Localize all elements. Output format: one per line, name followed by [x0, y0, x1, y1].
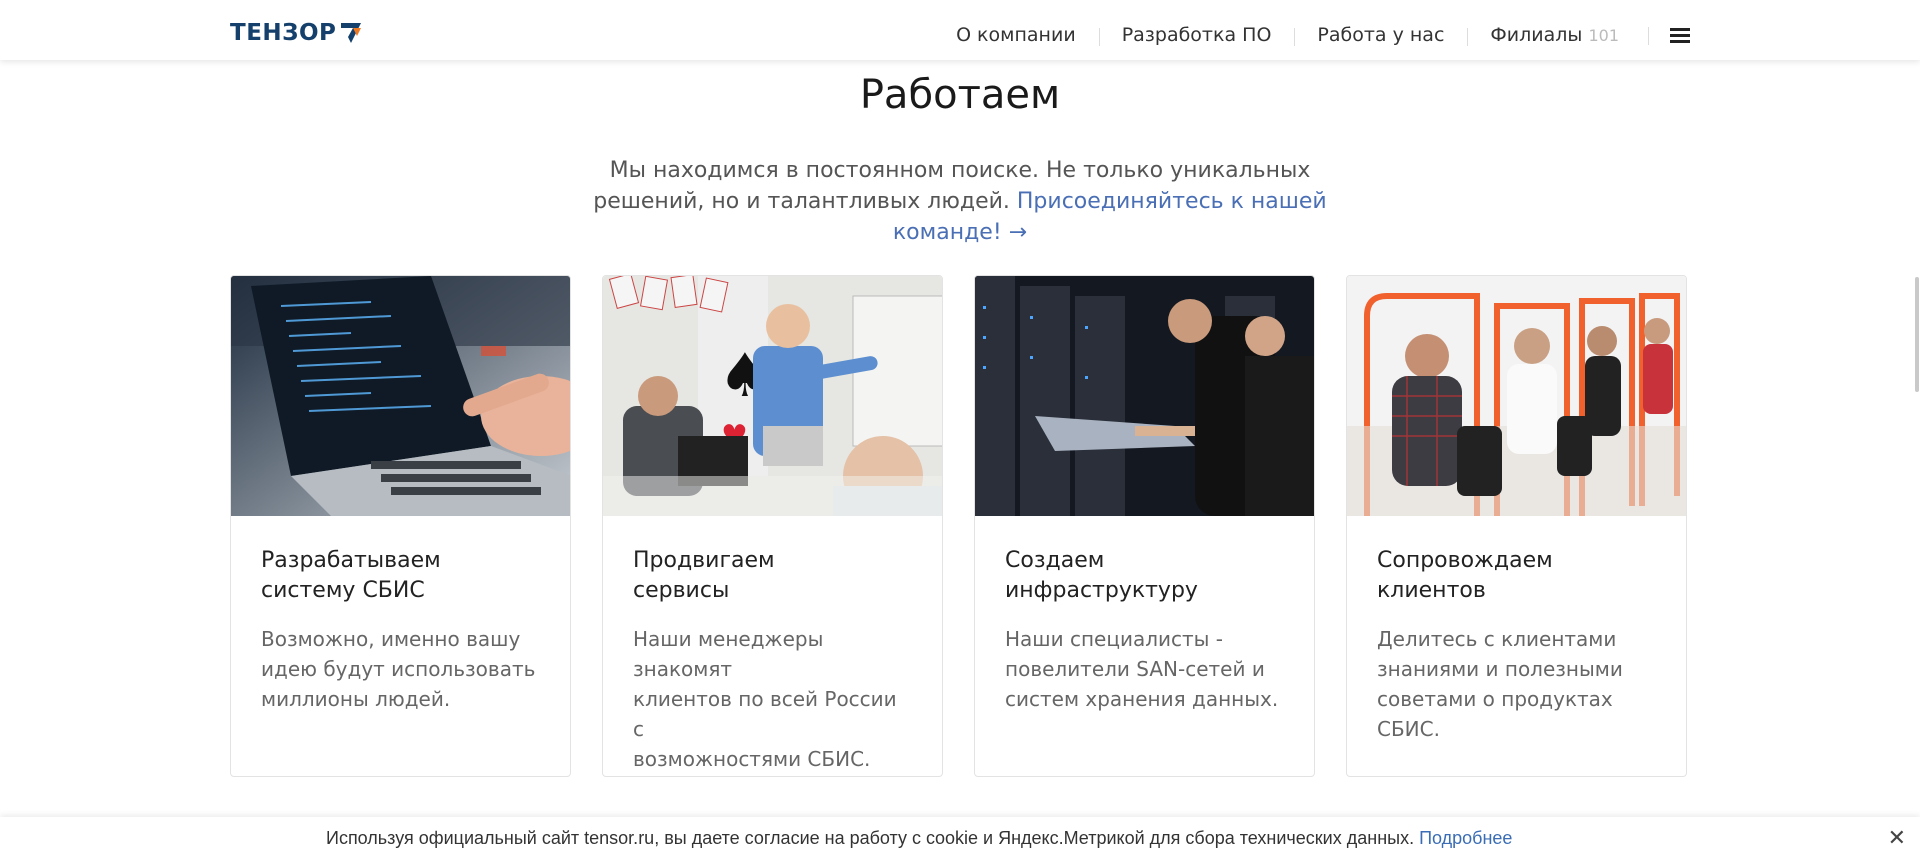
card-text: Делитесь с клиентами знаниями и полезным… — [1377, 627, 1623, 741]
nav-label: Разработка ПО — [1121, 24, 1272, 46]
site-header: ТЕНЗОР О компании Разработка ПО Работа у… — [0, 0, 1920, 60]
card-develop[interactable]: Разрабатываем систему СБИС Возможно, име… — [230, 275, 571, 777]
card-text: Наши менеджеры знакомят клиентов по всей… — [633, 627, 897, 771]
presentation-photo: ♠ ♥ — [603, 276, 942, 516]
cookie-more-link[interactable]: Подробнее — [1419, 828, 1512, 848]
page-title: Работаем — [859, 72, 1061, 118]
hero-lead: Мы находимся в постоянном поиске. Не тол… — [560, 155, 1360, 248]
cookie-text: Используя официальный сайт tensor.ru, вы… — [326, 828, 1420, 848]
menu-burger-icon[interactable] — [1648, 27, 1690, 45]
cookie-text-wrap: Используя официальный сайт tensor.ru, вы… — [326, 828, 1512, 849]
server-room-photo — [975, 276, 1314, 516]
nav-label: Работа у нас — [1317, 24, 1445, 46]
card-title: Продвигаем сервисы — [633, 548, 775, 603]
main-nav: О компании Разработка ПО Работа у нас Фи… — [933, 0, 1690, 70]
logo-text: ТЕНЗОР — [230, 20, 337, 46]
nav-label: О компании — [956, 24, 1076, 46]
card-title: Сопровождаем клиентов — [1377, 548, 1553, 603]
card-text: Возможно, именно вашу идею будут использ… — [261, 627, 536, 711]
card-promote[interactable]: ♠ ♥ Продвигаем се — [602, 275, 943, 777]
tensor-logo[interactable]: ТЕНЗОР — [230, 20, 364, 46]
card-infrastructure[interactable]: Создаем инфраструктуру Наши специалисты … — [974, 275, 1315, 777]
nav-item-branches[interactable]: Филиалы 101 — [1467, 24, 1642, 46]
page-scrollbar[interactable] — [1912, 60, 1920, 817]
logo-mark-icon — [341, 23, 362, 43]
card-support[interactable]: Сопровождаем клиентов Делитесь с клиента… — [1346, 275, 1687, 777]
call-center-photo — [1347, 276, 1686, 516]
close-icon[interactable]: ✕ — [1888, 825, 1906, 851]
scrollbar-thumb[interactable] — [1915, 277, 1919, 392]
nav-label: Филиалы — [1490, 24, 1583, 46]
card-title: Разрабатываем систему СБИС — [261, 548, 441, 603]
nav-item-development[interactable]: Разработка ПО — [1098, 24, 1295, 46]
cookie-banner: Используя официальный сайт tensor.ru, вы… — [0, 817, 1920, 857]
branches-count: 101 — [1588, 26, 1619, 45]
card-title: Создаем инфраструктуру — [1005, 548, 1198, 603]
card-text: Наши специалисты - повелители SAN-сетей … — [1005, 627, 1279, 711]
nav-item-careers[interactable]: Работа у нас — [1294, 24, 1467, 46]
laptop-coding-photo — [231, 276, 570, 516]
nav-item-about[interactable]: О компании — [933, 24, 1099, 46]
cards-row: Разрабатываем систему СБИС Возможно, име… — [230, 275, 1690, 777]
